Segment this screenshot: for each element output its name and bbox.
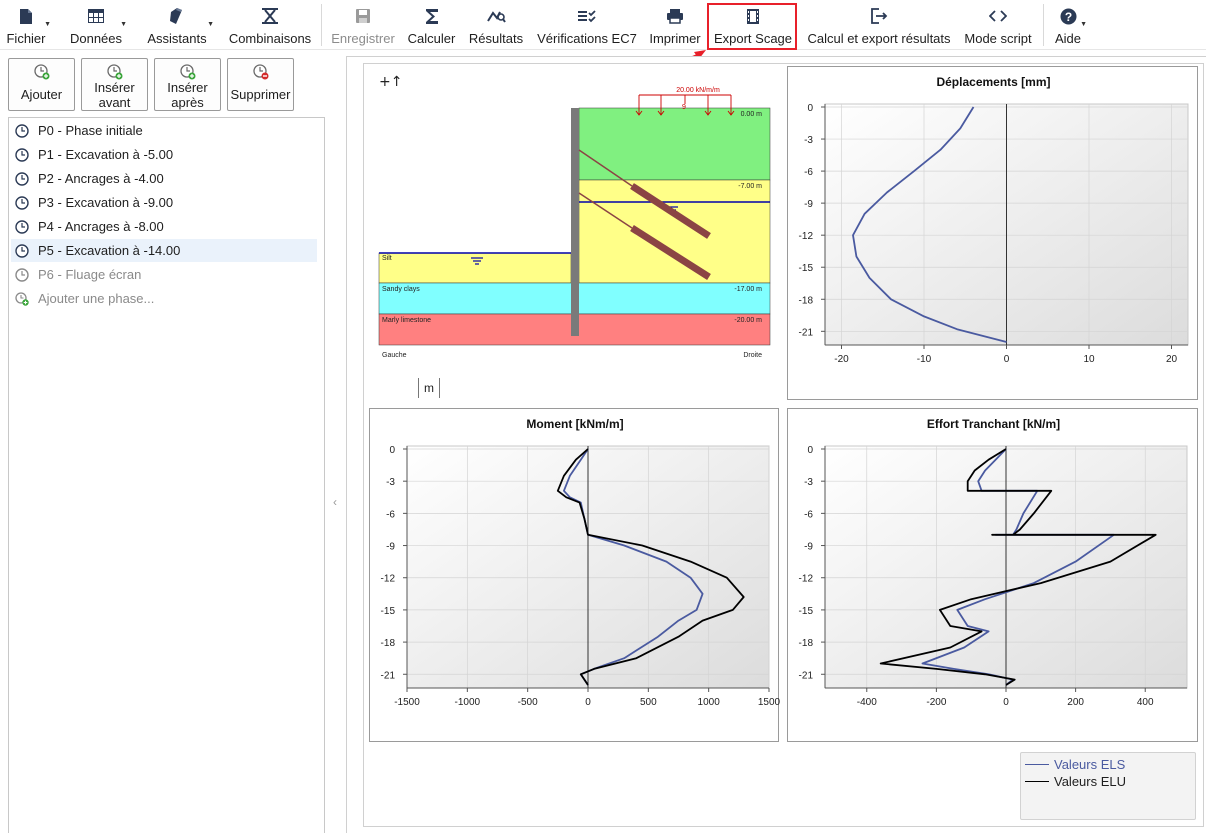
level-label: 0.00 m: [741, 111, 763, 118]
chart-title: Effort Tranchant [kN/m]: [927, 417, 1060, 431]
x-tick-label: 0: [1004, 354, 1010, 365]
add-phase-button[interactable]: Ajouter: [8, 58, 75, 111]
add-clock-icon: [33, 64, 50, 80]
insert-after-button[interactable]: Insérer après: [154, 58, 221, 111]
level-label: -20.00 m: [734, 317, 762, 324]
x-tick-label: -500: [518, 697, 538, 708]
x-tick-label: -10: [917, 354, 932, 365]
y-tick-label: -9: [804, 199, 813, 210]
wall-diagram: 20.00 kN/m/m 9 0.00 m -7.00 m -17.00 m -…: [378, 74, 771, 359]
layer-label: Marly limestone: [382, 317, 431, 324]
clock-icon: [15, 219, 29, 234]
y-tick-label: -3: [804, 135, 813, 146]
clock-icon: [15, 243, 29, 258]
retaining-wall: [571, 108, 579, 336]
layer-label: Sandy clays: [382, 286, 420, 293]
moment-chart: Moment [kNm/m] -1500 -1000 -500 0 500 1000 1500…: [369, 408, 780, 742]
y-tick-label: -3: [386, 477, 395, 488]
level-label: -17.00 m: [734, 286, 762, 293]
x-tick-label: 20: [1166, 354, 1178, 365]
clock-icon: [15, 267, 29, 282]
y-tick-label: 0: [807, 103, 813, 114]
y-tick-label: 0: [389, 445, 395, 456]
x-tick-label: -400: [857, 697, 877, 708]
x-tick-label: 1500: [758, 697, 780, 708]
y-tick-label: -15: [799, 606, 814, 617]
delete-phase-button[interactable]: Supprimer: [227, 58, 294, 111]
legend-item-elu: Valeurs ELU: [1025, 773, 1126, 789]
y-tick-label: -18: [381, 638, 396, 649]
phase-item[interactable]: P0 - Phase initiale: [11, 119, 317, 142]
phase-panel: Ajouter Insérer avant Insérer après Supp…: [0, 51, 330, 833]
y-tick-label: -18: [799, 295, 814, 306]
y-tick-label: -6: [804, 167, 813, 178]
clock-icon: [15, 147, 29, 162]
phase-item[interactable]: P2 - Ancrages à -4.00: [11, 167, 317, 190]
clock-icon: [15, 123, 29, 138]
y-tick-label: -9: [804, 542, 813, 553]
y-tick-label: -18: [799, 638, 814, 649]
surcharge-sub-label: 9: [682, 104, 686, 111]
remove-clock-icon: [252, 64, 269, 80]
chart-title: Déplacements [mm]: [936, 75, 1050, 89]
phase-item[interactable]: P4 - Ancrages à -8.00: [11, 215, 317, 238]
y-tick-label: -21: [799, 327, 814, 338]
y-tick-label: -3: [804, 477, 813, 488]
legend-item-els: Valeurs ELS: [1025, 756, 1125, 772]
x-tick-label: 0: [585, 697, 591, 708]
panel-splitter[interactable]: ‹ ›: [330, 51, 354, 833]
y-tick-label: -21: [799, 670, 814, 681]
phase-item[interactable]: P3 - Excavation à -9.00: [11, 191, 317, 214]
x-tick-label: 200: [1067, 697, 1084, 708]
soil-layer-yellow: [578, 179, 771, 284]
x-tick-label: 0: [1003, 697, 1009, 708]
right-side-label: Droite: [743, 352, 762, 359]
x-tick-label: 10: [1083, 354, 1095, 365]
clock-icon: [15, 171, 29, 186]
y-tick-label: -12: [799, 231, 814, 242]
surcharge-load-label: 20.00 kN/m/m: [676, 87, 720, 94]
x-tick-label: -20: [834, 354, 849, 365]
displacement-chart: Déplacements [mm] -20 -10 0 10 20 0 -3 -6 -9 -12 -1…: [787, 66, 1198, 400]
chart-legend: Valeurs ELS Valeurs ELU: [1020, 752, 1196, 820]
x-tick-label: -1000: [455, 697, 481, 708]
x-tick-label: 1000: [698, 697, 721, 708]
add-clock-icon: [106, 64, 123, 80]
y-tick-label: -15: [799, 263, 814, 274]
legend-line-els: [1025, 763, 1049, 765]
phase-list: P0 - Phase initiale P1 - Excavation à -5…: [8, 117, 325, 833]
phase-item[interactable]: P1 - Excavation à -5.00: [11, 143, 317, 166]
y-tick-label: -15: [381, 606, 396, 617]
y-tick-label: -21: [381, 670, 396, 681]
phase-item-selected[interactable]: P5 - Excavation à -14.00: [11, 239, 317, 262]
clock-icon: [15, 195, 29, 210]
phase-item[interactable]: P6 - Fluage écran: [11, 263, 317, 286]
insert-before-button[interactable]: Insérer avant: [81, 58, 148, 111]
shear-force-chart: Effort Tranchant [kN/m] -400 -200 0 200 400 0 -…: [787, 408, 1198, 742]
add-phase-item[interactable]: Ajouter une phase...: [11, 287, 317, 310]
add-clock-icon: [15, 291, 29, 306]
y-tick-label: -12: [381, 574, 396, 585]
legend-line-elu: [1025, 780, 1049, 782]
layer-label: Silt: [382, 255, 392, 262]
add-clock-icon: [179, 64, 196, 80]
collapse-left-icon[interactable]: ‹: [333, 495, 337, 509]
chart-title: Moment [kNm/m]: [526, 417, 623, 431]
y-tick-label: -9: [386, 542, 395, 553]
y-tick-label: -6: [804, 509, 813, 520]
x-tick-label: 400: [1137, 697, 1154, 708]
axis-orientation-icon: +↑: [379, 74, 402, 90]
y-tick-label: -12: [799, 574, 814, 585]
left-side-label: Gauche: [382, 352, 407, 359]
unit-selector[interactable]: m: [418, 378, 440, 398]
x-tick-label: -1500: [394, 697, 420, 708]
level-label: -7.00 m: [738, 183, 762, 190]
y-tick-label: 0: [807, 445, 813, 456]
y-tick-label: -6: [386, 509, 395, 520]
x-tick-label: 500: [640, 697, 657, 708]
x-tick-label: -200: [926, 697, 946, 708]
